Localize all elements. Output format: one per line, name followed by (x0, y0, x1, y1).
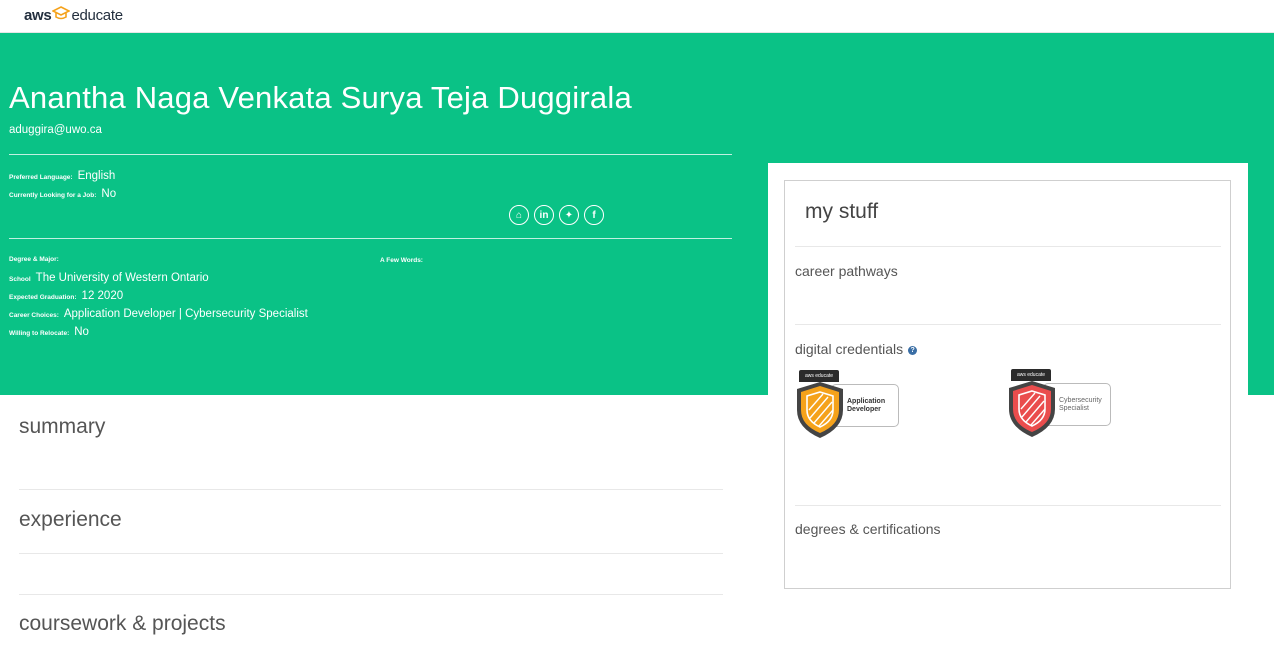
relocate-row: Willing to Relocate: No (9, 326, 89, 338)
hero-divider (9, 154, 732, 155)
summary-heading: summary (19, 415, 106, 438)
badge-line1: Application (847, 397, 886, 405)
job-search-label: Currently Looking for a Job: (9, 192, 97, 199)
twitter-icon[interactable]: ✦ (559, 205, 579, 225)
social-links: ⌂ in ✦ f (509, 205, 604, 225)
graduation-value: 12 2020 (81, 290, 124, 302)
job-search-row: Currently Looking for a Job: No (9, 188, 116, 200)
help-icon[interactable]: ? (908, 346, 918, 355)
linkedin-icon[interactable]: in (534, 205, 554, 225)
profile-email: aduggira@uwo.ca (9, 124, 102, 136)
divider (19, 489, 723, 490)
degree-major-row: Degree & Major: (9, 256, 64, 263)
relocate-label: Willing to Relocate: (9, 330, 70, 337)
logo-aws-text: aws (24, 6, 52, 24)
aws-educate-logo[interactable]: aws educate (24, 4, 123, 26)
career-choices-label: Career Choices: (9, 312, 59, 319)
school-label: School (9, 276, 31, 283)
graduation-label: Expected Graduation: (9, 294, 77, 301)
cybersecurity-specialist-badge[interactable]: aws educate Cybersecurity Specialist (1007, 369, 1127, 439)
school-value: The University of Western Ontario (35, 272, 209, 284)
career-choices-row: Career Choices: Application Developer | … (9, 308, 308, 320)
divider (795, 505, 1221, 506)
digital-credentials-heading: digital credentials? (795, 341, 918, 357)
experience-heading: experience (19, 508, 122, 531)
hero-divider (9, 238, 732, 239)
degrees-certifications-heading[interactable]: degrees & certifications (795, 521, 941, 537)
degree-major-label: Degree & Major: (9, 256, 59, 263)
top-navbar: aws educate (0, 0, 1274, 33)
divider (19, 553, 723, 554)
preferred-language-label: Preferred Language: (9, 174, 73, 181)
graduation-row: Expected Graduation: 12 2020 (9, 290, 123, 302)
job-search-value: No (101, 188, 117, 200)
my-stuff-panel: my stuff career pathways digital credent… (784, 180, 1231, 589)
divider (795, 246, 1221, 247)
divider (795, 324, 1221, 325)
relocate-value: No (74, 326, 89, 338)
badge-line1: Cybersecurity (1059, 396, 1102, 404)
preferred-language-value: English (77, 170, 116, 182)
divider (19, 594, 723, 595)
shield-icon (797, 382, 843, 438)
facebook-icon[interactable]: f (584, 205, 604, 225)
shield-icon (1009, 381, 1055, 437)
school-row: School The University of Western Ontario (9, 272, 209, 284)
logo-educate-text: educate (71, 6, 123, 24)
graduation-cap-icon (51, 5, 72, 25)
preferred-language-row: Preferred Language: English (9, 170, 115, 182)
github-icon[interactable]: ⌂ (509, 205, 529, 225)
career-choices-value: Application Developer | Cybersecurity Sp… (63, 308, 308, 320)
profile-name: Anantha Naga Venkata Surya Teja Duggiral… (9, 80, 632, 115)
badge-line2: Developer (847, 405, 881, 413)
application-developer-badge[interactable]: aws educate Application Developer (795, 370, 915, 440)
coursework-projects-heading: coursework & projects (19, 612, 226, 635)
badge-line2: Specialist (1059, 404, 1089, 412)
my-stuff-title: my stuff (805, 200, 879, 223)
career-pathways-heading[interactable]: career pathways (795, 263, 898, 279)
few-words-label: A Few Words: (380, 257, 423, 264)
digital-credentials-label: digital credentials (795, 341, 904, 357)
